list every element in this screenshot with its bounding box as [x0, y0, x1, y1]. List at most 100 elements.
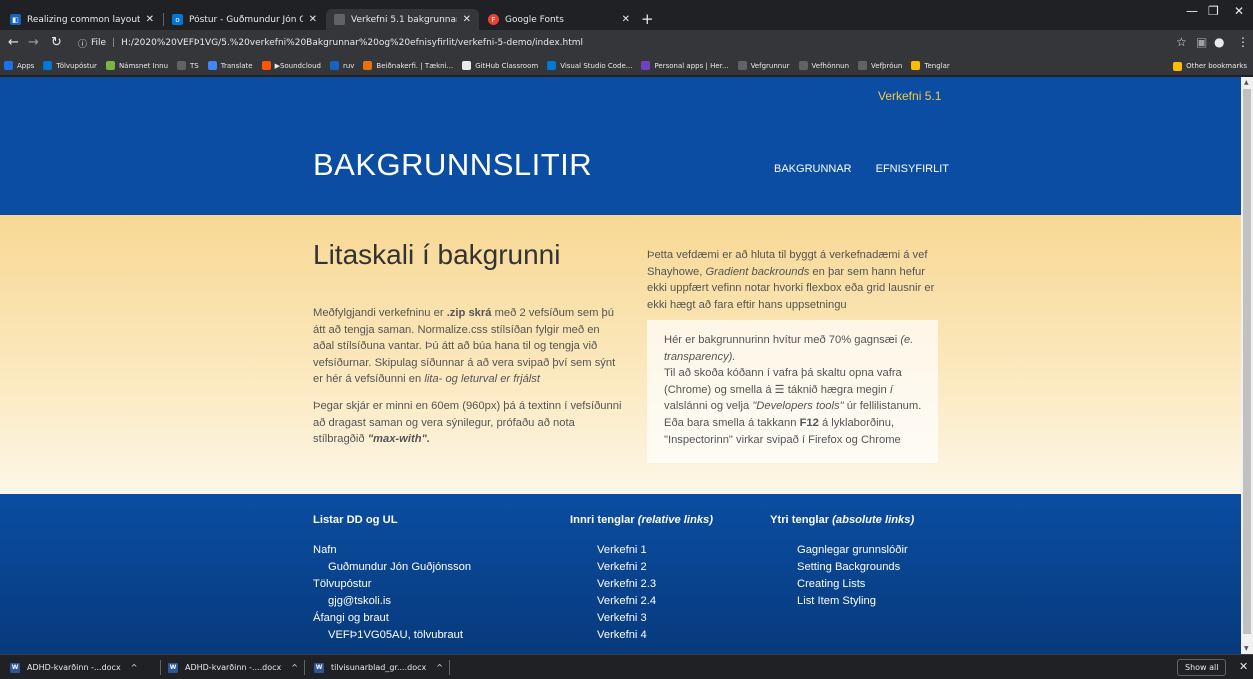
scroll-up-icon[interactable]: ▲ [1244, 79, 1249, 86]
external-link[interactable]: Creating Lists [770, 576, 970, 593]
scroll-thumb[interactable] [1243, 89, 1251, 634]
bookmark-label: Tenglar [924, 61, 950, 70]
footer-heading: Listar DD og UL [313, 514, 398, 526]
bookmark-item[interactable]: Personal apps | Her... [641, 61, 729, 70]
text: Ytri tenglar [770, 514, 833, 526]
word-icon: W [168, 662, 178, 673]
external-link[interactable]: Gagnlegar grunnslóðir [770, 542, 970, 559]
close-tab-icon[interactable]: ✕ [309, 14, 317, 25]
text: Innri tenglar [570, 514, 638, 526]
footer-heading: Innri tenglar (relative links) [570, 514, 760, 526]
definition-value: VEFÞ1VG05AU, tölvubraut [328, 629, 463, 641]
internal-link[interactable]: Verkefni 2.4 [570, 593, 760, 610]
bookmark-icon [462, 61, 472, 70]
scroll-down-icon[interactable]: ▼ [1244, 645, 1249, 652]
bookmark-icon [547, 61, 557, 70]
bookmark-label: Apps [17, 61, 35, 70]
bookmark-label: Vefhönnun [811, 61, 850, 70]
bookmark-item[interactable]: Tölvupóstur [43, 61, 97, 70]
star-icon[interactable]: ☆ [1176, 35, 1187, 49]
close-tab-icon[interactable]: ✕ [146, 14, 154, 25]
internal-link[interactable]: Verkefni 4 [570, 627, 760, 644]
page-viewport: Verkefni 5.1 BAKGRUNNSLITIR BAKGRUNNAR E… [0, 77, 1241, 654]
tab-verkefni-active[interactable]: Verkefni 5.1 bakgrunnar ✕ [326, 9, 479, 30]
tab-strip: ◧ Realizing common layouts using ✕ o Pós… [0, 0, 1253, 30]
nav-link-efnisyfirlit[interactable]: EFNISYFIRLIT [876, 163, 949, 175]
site-title: BAKGRUNNSLITIR [313, 147, 593, 182]
transparent-box: Hér er bakgrunnurinn hvítur með 70% gagn… [647, 320, 938, 463]
internal-link[interactable]: Verkefni 3 [570, 610, 760, 627]
internal-link[interactable]: Verkefni 2 [570, 559, 760, 576]
bookmark-item[interactable]: Visual Studio Code... [547, 61, 632, 70]
bookmark-item[interactable]: Translate [207, 61, 253, 70]
tab-title: Verkefni 5.1 bakgrunnar [351, 14, 457, 25]
restore-icon[interactable]: ❐ [1208, 4, 1219, 18]
bookmark-label: Visual Studio Code... [560, 61, 633, 70]
show-all-button[interactable]: Show all [1177, 659, 1227, 676]
bookmark-label: Translate [220, 61, 253, 70]
definition-term: Nafn [313, 544, 337, 556]
close-tab-icon[interactable]: ✕ [463, 14, 471, 25]
bookmark-item[interactable]: Vefþróun [858, 61, 902, 70]
close-shelf-icon[interactable]: ✕ [1239, 660, 1248, 673]
tab-google-fonts[interactable]: F Google Fonts ✕ [480, 9, 638, 30]
bookmark-item[interactable]: Vefgrunnur [737, 61, 790, 70]
external-link[interactable]: Setting Backgrounds [770, 559, 970, 576]
forward-icon[interactable]: → [28, 35, 39, 51]
text: Eða bara smella á takkann [664, 416, 800, 429]
tab-postur[interactable]: o Póstur - Guðmundur Jón Guðjón ✕ [164, 9, 325, 30]
f12-key: F12 [799, 416, 819, 429]
definition-term: Tölvupóstur [313, 578, 372, 590]
bookmark-icon [4, 61, 13, 70]
back-icon[interactable]: ← [8, 35, 19, 51]
bookmark-icon [911, 61, 921, 70]
zip-emphasis: .zip skrá [446, 307, 492, 319]
bookmark-item[interactable]: ruv [329, 61, 354, 70]
address-bar[interactable]: ⓘ File | H:/2020%20VEFÞ1VG/5.%20verkefni… [78, 33, 1178, 53]
bookmark-item[interactable]: Námsnet Innu [105, 61, 168, 70]
external-link[interactable]: List Item Styling [770, 593, 970, 610]
url-divider: | [112, 38, 116, 48]
internal-link[interactable]: Verkefni 2.3 [570, 576, 760, 593]
download-name: ADHD-kvarðinn -....docx [185, 663, 282, 672]
divider [449, 660, 450, 675]
page-scrollbar[interactable]: ▲ ▼ [1241, 77, 1253, 654]
bookmark-item[interactable]: TS [177, 61, 199, 70]
learn-icon: ◧ [10, 14, 21, 25]
bookmark-icon [207, 61, 217, 70]
close-tab-icon[interactable]: ✕ [622, 14, 630, 25]
box-line: Eða bara smella á takkann F12 á lyklabor… [664, 415, 928, 448]
text: Hér er bakgrunnurinn hvítur með 70% gagn… [664, 334, 901, 346]
reload-icon[interactable]: ↻ [51, 35, 62, 51]
top-link[interactable]: Verkefni 5.1 [878, 89, 941, 103]
bookmark-item[interactable]: Beiðnakerfi. | Tækni... [363, 61, 453, 70]
download-item[interactable]: W ADHD-kvarðinn -...docx ^ [10, 659, 137, 676]
word-icon: W [314, 662, 324, 673]
download-item[interactable]: W ADHD-kvarðinn -....docx ^ [168, 659, 298, 676]
bookmark-icon [363, 61, 373, 70]
bookmark-item[interactable]: Vefhönnun [798, 61, 850, 70]
bookmark-label: ▶Soundcloud [274, 61, 321, 70]
account-icon[interactable]: ● [1214, 35, 1224, 49]
menu-icon[interactable]: ⋮ [1237, 35, 1249, 49]
bookmark-item[interactable]: GitHub Classroom [462, 61, 538, 70]
internal-link[interactable]: Verkefni 1 [570, 542, 760, 559]
bookmark-item[interactable]: Tenglar [911, 61, 950, 70]
chevron-up-icon[interactable]: ^ [291, 663, 298, 672]
chevron-up-icon[interactable]: ^ [131, 663, 138, 672]
minimize-icon[interactable]: — [1186, 4, 1198, 18]
download-item[interactable]: W tilvisunarblad_gr....docx ^ [314, 659, 443, 676]
divider [160, 660, 161, 675]
chevron-up-icon[interactable]: ^ [436, 663, 443, 672]
nav-link-bakgrunnar[interactable]: BAKGRUNNAR [774, 163, 852, 175]
other-bookmarks[interactable]: Other bookmarks [1173, 56, 1247, 75]
bookmark-icon [261, 61, 271, 70]
close-window-icon[interactable]: ✕ [1234, 4, 1244, 18]
tab-title: Póstur - Guðmundur Jón Guðjón [189, 14, 303, 25]
info-icon[interactable]: ⓘ [78, 37, 87, 50]
pdf-extension-icon[interactable]: ▣ [1196, 35, 1207, 49]
new-tab-icon[interactable]: + [641, 10, 654, 28]
tab-realizing-layouts[interactable]: ◧ Realizing common layouts using ✕ [2, 9, 162, 30]
bookmark-item[interactable]: Apps [4, 61, 34, 70]
bookmark-item[interactable]: ▶Soundcloud [261, 61, 321, 70]
